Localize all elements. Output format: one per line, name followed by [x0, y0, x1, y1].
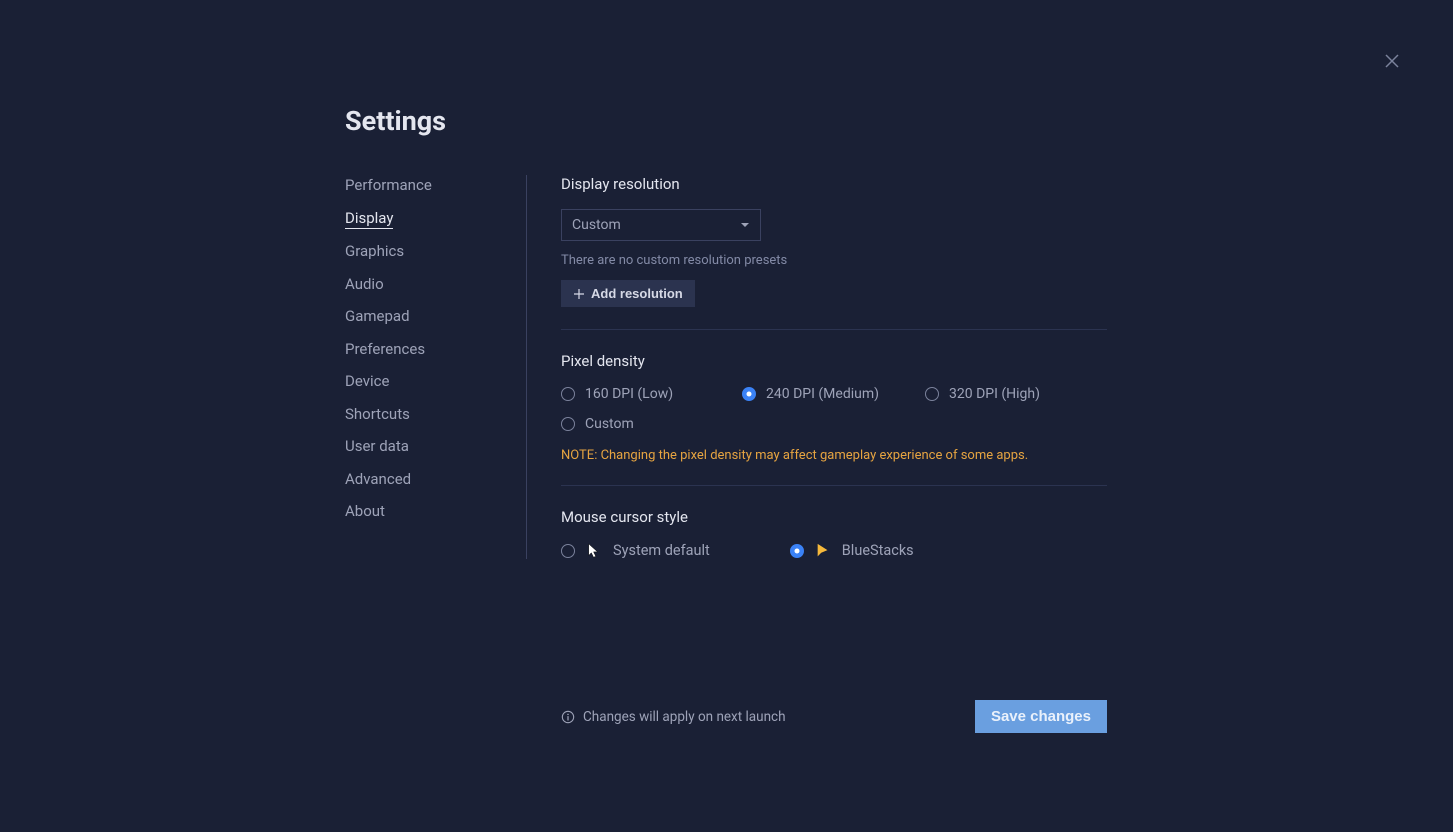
display-resolution-section: Display resolution Custom There are no c… — [561, 175, 1107, 307]
radio-custom-dpi[interactable]: Custom — [561, 416, 742, 432]
plus-icon — [573, 288, 585, 300]
radio-icon — [925, 387, 939, 401]
info-icon — [561, 710, 575, 724]
add-resolution-button[interactable]: Add resolution — [561, 280, 695, 307]
radio-label: 160 DPI (Low) — [585, 386, 673, 402]
display-resolution-heading: Display resolution — [561, 175, 1107, 193]
close-icon — [1383, 52, 1401, 70]
radio-icon — [561, 387, 575, 401]
add-resolution-label: Add resolution — [591, 286, 683, 301]
resolution-select[interactable]: Custom — [561, 209, 761, 241]
cursor-default-icon — [587, 543, 601, 559]
radio-icon — [742, 387, 756, 401]
no-presets-text: There are no custom resolution presets — [561, 253, 1107, 268]
settings-sidebar: Performance Display Graphics Audio Gamep… — [345, 175, 527, 559]
sidebar-item-device[interactable]: Device — [345, 372, 389, 392]
cursor-label: BlueStacks — [842, 542, 914, 559]
pixel-density-section: Pixel density 160 DPI (Low) 240 DPI (Med… — [561, 329, 1107, 463]
footer-bar: Changes will apply on next launch Save c… — [561, 700, 1107, 733]
sidebar-item-shortcuts[interactable]: Shortcuts — [345, 405, 410, 425]
pixel-density-heading: Pixel density — [561, 352, 1107, 370]
sidebar-item-preferences[interactable]: Preferences — [345, 340, 425, 360]
sidebar-item-audio[interactable]: Audio — [345, 275, 384, 295]
sidebar-item-advanced[interactable]: Advanced — [345, 470, 411, 490]
radio-160dpi[interactable]: 160 DPI (Low) — [561, 386, 742, 402]
sidebar-item-performance[interactable]: Performance — [345, 176, 432, 196]
mouse-cursor-heading: Mouse cursor style — [561, 508, 1107, 526]
cursor-bluestacks-icon — [816, 543, 830, 559]
footer-notice: Changes will apply on next launch — [561, 709, 786, 725]
radio-label: 320 DPI (High) — [949, 386, 1040, 402]
radio-icon — [790, 544, 804, 558]
sidebar-item-graphics[interactable]: Graphics — [345, 242, 404, 262]
cursor-label: System default — [613, 542, 710, 559]
radio-label: Custom — [585, 416, 634, 432]
settings-content: Display resolution Custom There are no c… — [527, 175, 1107, 559]
sidebar-item-about[interactable]: About — [345, 502, 385, 522]
sidebar-item-display[interactable]: Display — [345, 209, 393, 230]
cursor-bluestacks[interactable]: BlueStacks — [790, 542, 914, 559]
save-changes-button[interactable]: Save changes — [975, 700, 1107, 733]
sidebar-item-user-data[interactable]: User data — [345, 437, 409, 457]
radio-icon — [561, 417, 575, 431]
radio-240dpi[interactable]: 240 DPI (Medium) — [742, 386, 925, 402]
close-button[interactable] — [1383, 52, 1401, 70]
page-title: Settings — [345, 105, 1107, 137]
chevron-down-icon — [740, 220, 750, 230]
pixel-density-note: NOTE: Changing the pixel density may aff… — [561, 448, 1107, 463]
footer-notice-text: Changes will apply on next launch — [583, 709, 786, 725]
mouse-cursor-section: Mouse cursor style System default — [561, 485, 1107, 559]
radio-label: 240 DPI (Medium) — [766, 386, 879, 402]
radio-icon — [561, 544, 575, 558]
sidebar-item-gamepad[interactable]: Gamepad — [345, 307, 410, 327]
resolution-select-value: Custom — [572, 217, 621, 233]
radio-320dpi[interactable]: 320 DPI (High) — [925, 386, 1040, 402]
cursor-system-default[interactable]: System default — [561, 542, 710, 559]
